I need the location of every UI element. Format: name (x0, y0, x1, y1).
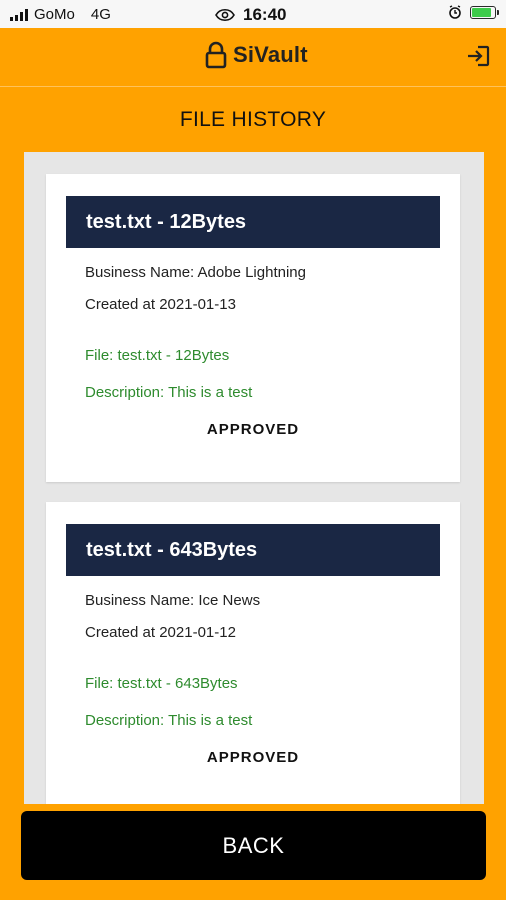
eye-icon (215, 8, 235, 22)
file-info: File: test.txt - 12Bytes (85, 347, 230, 364)
status-left: GoMo 4G (10, 6, 111, 23)
status-center: 16:40 (215, 5, 286, 25)
file-card[interactable]: test.txt - 643Bytes Business Name: Ice N… (46, 502, 460, 804)
file-card-title: test.txt - 643Bytes (66, 524, 440, 576)
alarm-icon (449, 5, 461, 19)
status-badge: APPROVED (206, 749, 300, 766)
file-description: Description: This is a test (85, 712, 253, 729)
app-name: SiVault (233, 42, 308, 67)
status-badge: APPROVED (206, 421, 300, 438)
battery-icon (470, 5, 499, 19)
lock-icon (205, 41, 227, 69)
file-card-title: test.txt - 12Bytes (66, 196, 440, 248)
business-name: Business Name: Adobe Lightning (85, 264, 306, 281)
logout-button[interactable] (466, 45, 490, 72)
file-card[interactable]: test.txt - 12Bytes Business Name: Adobe … (46, 174, 460, 482)
created-at: Created at 2021-01-13 (85, 296, 236, 313)
status-right (448, 5, 499, 19)
brand: SiVault (205, 41, 308, 69)
file-info: File: test.txt - 643Bytes (85, 675, 238, 692)
signal-icon (10, 8, 28, 21)
status-bar: GoMo 4G 16:40 (0, 0, 506, 28)
logout-icon (468, 45, 490, 67)
file-history-list[interactable]: test.txt - 12Bytes Business Name: Adobe … (24, 152, 484, 804)
carrier-label: GoMo (34, 6, 75, 23)
network-label: 4G (90, 6, 111, 23)
business-name: Business Name: Ice News (85, 592, 261, 609)
created-at: Created at 2021-01-12 (85, 624, 236, 641)
clock: 16:40 (243, 5, 287, 24)
file-description: Description: This is a test (85, 384, 253, 401)
page-title: FILE HISTORY (179, 108, 327, 131)
app-header: SiVault (0, 28, 506, 87)
back-button[interactable]: BACK (21, 811, 486, 880)
